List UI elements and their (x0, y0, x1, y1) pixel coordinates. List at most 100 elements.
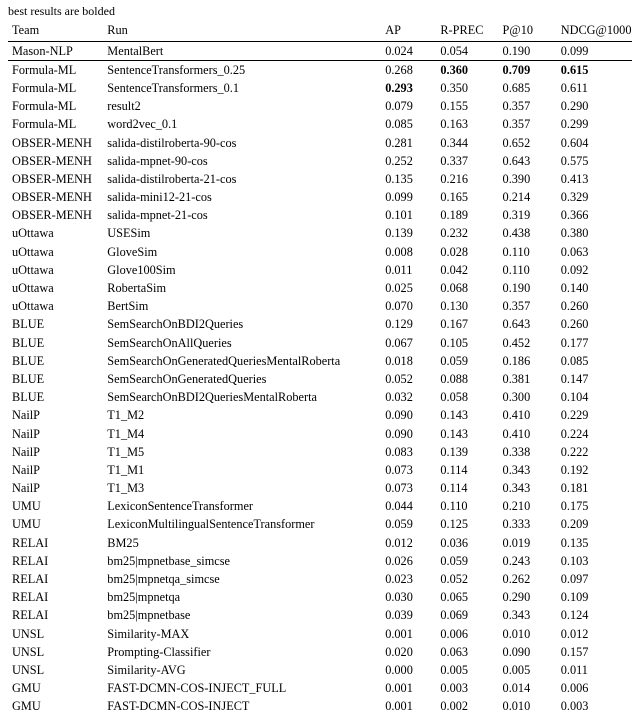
cell-ndcg1000: 0.380 (557, 225, 632, 243)
cell-p10: 0.709 (499, 61, 557, 80)
cell-ap: 0.000 (381, 661, 436, 679)
cell-ap: 0.025 (381, 279, 436, 297)
cell-ndcg1000: 0.177 (557, 334, 632, 352)
cell-p10: 0.214 (499, 189, 557, 207)
cell-team: BLUE (8, 389, 103, 407)
cell-p10: 0.357 (499, 98, 557, 116)
cell-ap: 0.135 (381, 170, 436, 188)
table-row: BLUESemSearchOnGeneratedQueriesMentalRob… (8, 352, 632, 370)
cell-team: RELAI (8, 607, 103, 625)
cell-rprec: 0.058 (436, 389, 498, 407)
cell-rprec: 0.114 (436, 480, 498, 498)
cell-ap: 0.079 (381, 98, 436, 116)
cell-run: FAST-DCMN-COS-INJECT (103, 698, 381, 716)
cell-p10: 0.343 (499, 461, 557, 479)
cell-run: GloveSim (103, 243, 381, 261)
cell-ap: 0.008 (381, 243, 436, 261)
table-header-row: Team Run AP R-PREC P@10 NDCG@1000 (8, 21, 632, 42)
cell-rprec: 0.167 (436, 316, 498, 334)
cell-p10: 0.452 (499, 334, 557, 352)
cell-ap: 0.001 (381, 625, 436, 643)
cell-run: salida-mpnet-90-cos (103, 152, 381, 170)
cell-ndcg1000: 0.011 (557, 661, 632, 679)
col-team: Team (8, 21, 103, 42)
cell-run: T1_M5 (103, 443, 381, 461)
cell-p10: 0.343 (499, 607, 557, 625)
cell-ndcg1000: 0.260 (557, 298, 632, 316)
cell-rprec: 0.002 (436, 698, 498, 716)
cell-run: FAST-DCMN-COS-INJECT_FULL (103, 680, 381, 698)
cell-rprec: 0.054 (436, 42, 498, 61)
cell-ndcg1000: 0.104 (557, 389, 632, 407)
table-row: uOttawaGloveSim0.0080.0280.1100.063 (8, 243, 632, 261)
cell-ap: 0.020 (381, 643, 436, 661)
cell-team: RELAI (8, 534, 103, 552)
cell-ap: 0.073 (381, 461, 436, 479)
cell-p10: 0.019 (499, 534, 557, 552)
cell-ap: 0.085 (381, 116, 436, 134)
cell-ndcg1000: 0.222 (557, 443, 632, 461)
cell-run: T1_M2 (103, 407, 381, 425)
cell-rprec: 0.110 (436, 498, 498, 516)
cell-team: Formula-ML (8, 79, 103, 97)
cell-run: salida-mpnet-21-cos (103, 207, 381, 225)
cell-p10: 0.110 (499, 243, 557, 261)
cell-ndcg1000: 0.003 (557, 698, 632, 716)
cell-run: Glove100Sim (103, 261, 381, 279)
cell-run: bm25|mpnetbase (103, 607, 381, 625)
results-table: Team Run AP R-PREC P@10 NDCG@1000 Mason-… (8, 21, 632, 716)
cell-run: SentenceTransformers_0.1 (103, 79, 381, 97)
cell-team: NailP (8, 425, 103, 443)
cell-ap: 0.073 (381, 480, 436, 498)
table-row: NailPT1_M10.0730.1140.3430.192 (8, 461, 632, 479)
table-row: Formula-MLSentenceTransformers_0.250.268… (8, 61, 632, 80)
cell-run: T1_M3 (103, 480, 381, 498)
cell-rprec: 0.189 (436, 207, 498, 225)
cell-team: uOttawa (8, 261, 103, 279)
table-row: OBSER-MENHsalida-distilroberta-21-cos0.1… (8, 170, 632, 188)
cell-ndcg1000: 0.366 (557, 207, 632, 225)
cell-p10: 0.381 (499, 370, 557, 388)
cell-ndcg1000: 0.157 (557, 643, 632, 661)
table-row: uOttawaGlove100Sim0.0110.0420.1100.092 (8, 261, 632, 279)
cell-ap: 0.281 (381, 134, 436, 152)
cell-run: RobertaSim (103, 279, 381, 297)
cell-team: GMU (8, 698, 103, 716)
table-row: UMULexiconMultilingualSentenceTransforme… (8, 516, 632, 534)
cell-rprec: 0.063 (436, 643, 498, 661)
cell-team: Mason-NLP (8, 42, 103, 61)
cell-p10: 0.357 (499, 116, 557, 134)
cell-rprec: 0.232 (436, 225, 498, 243)
table-row: OBSER-MENHsalida-distilroberta-90-cos0.2… (8, 134, 632, 152)
cell-ndcg1000: 0.175 (557, 498, 632, 516)
table-row: GMUFAST-DCMN-COS-INJECT0.0010.0020.0100.… (8, 698, 632, 716)
cell-team: NailP (8, 480, 103, 498)
cell-ndcg1000: 0.224 (557, 425, 632, 443)
cell-team: BLUE (8, 334, 103, 352)
cell-p10: 0.410 (499, 425, 557, 443)
cell-ndcg1000: 0.181 (557, 480, 632, 498)
cell-ndcg1000: 0.109 (557, 589, 632, 607)
cell-rprec: 0.143 (436, 407, 498, 425)
col-ndcg: NDCG@1000 (557, 21, 632, 42)
cell-ndcg1000: 0.615 (557, 61, 632, 80)
cell-p10: 0.190 (499, 279, 557, 297)
cell-p10: 0.410 (499, 407, 557, 425)
cell-rprec: 0.003 (436, 680, 498, 698)
cell-rprec: 0.059 (436, 352, 498, 370)
cell-ndcg1000: 0.124 (557, 607, 632, 625)
cell-p10: 0.343 (499, 480, 557, 498)
cell-p10: 0.010 (499, 625, 557, 643)
cell-team: BLUE (8, 352, 103, 370)
cell-ndcg1000: 0.135 (557, 534, 632, 552)
cell-rprec: 0.125 (436, 516, 498, 534)
cell-p10: 0.190 (499, 42, 557, 61)
table-row: UNSLSimilarity-AVG0.0000.0050.0050.011 (8, 661, 632, 679)
cell-team: OBSER-MENH (8, 207, 103, 225)
table-row: NailPT1_M50.0830.1390.3380.222 (8, 443, 632, 461)
cell-team: BLUE (8, 316, 103, 334)
cell-ap: 0.024 (381, 42, 436, 61)
cell-team: UNSL (8, 661, 103, 679)
cell-team: Formula-ML (8, 98, 103, 116)
cell-p10: 0.290 (499, 589, 557, 607)
